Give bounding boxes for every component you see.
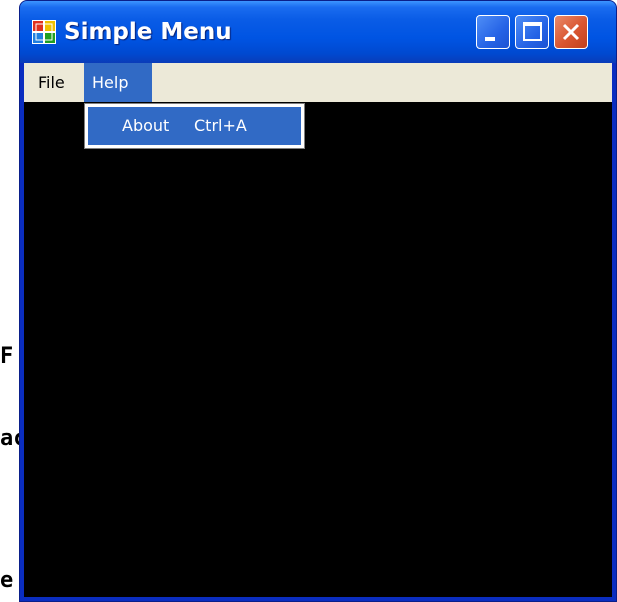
help-dropdown-menu: About Ctrl+A: [84, 103, 305, 149]
menu-bar: File Help: [24, 63, 612, 102]
background-text-fragment: F: [0, 344, 14, 369]
minimize-button[interactable]: [476, 15, 510, 49]
minimize-icon: [485, 37, 495, 41]
maximize-icon: [523, 22, 542, 41]
close-button[interactable]: [554, 15, 588, 49]
simple-menu-window: Simple Menu File Help About Ctrl+A: [19, 0, 617, 602]
close-icon: [562, 23, 580, 41]
windows-form-icon: [32, 20, 56, 44]
background-text-fragment: e: [0, 568, 14, 593]
menu-item-label: About: [122, 116, 170, 135]
menu-file[interactable]: File: [30, 63, 82, 102]
menu-item-shortcut: Ctrl+A: [194, 116, 247, 135]
menu-help[interactable]: Help: [84, 63, 152, 102]
window-title: Simple Menu: [64, 19, 232, 45]
title-bar[interactable]: Simple Menu: [20, 1, 616, 63]
menu-item-about[interactable]: About Ctrl+A: [88, 107, 301, 145]
maximize-button[interactable]: [515, 15, 549, 49]
client-area: File Help About Ctrl+A: [24, 63, 612, 597]
